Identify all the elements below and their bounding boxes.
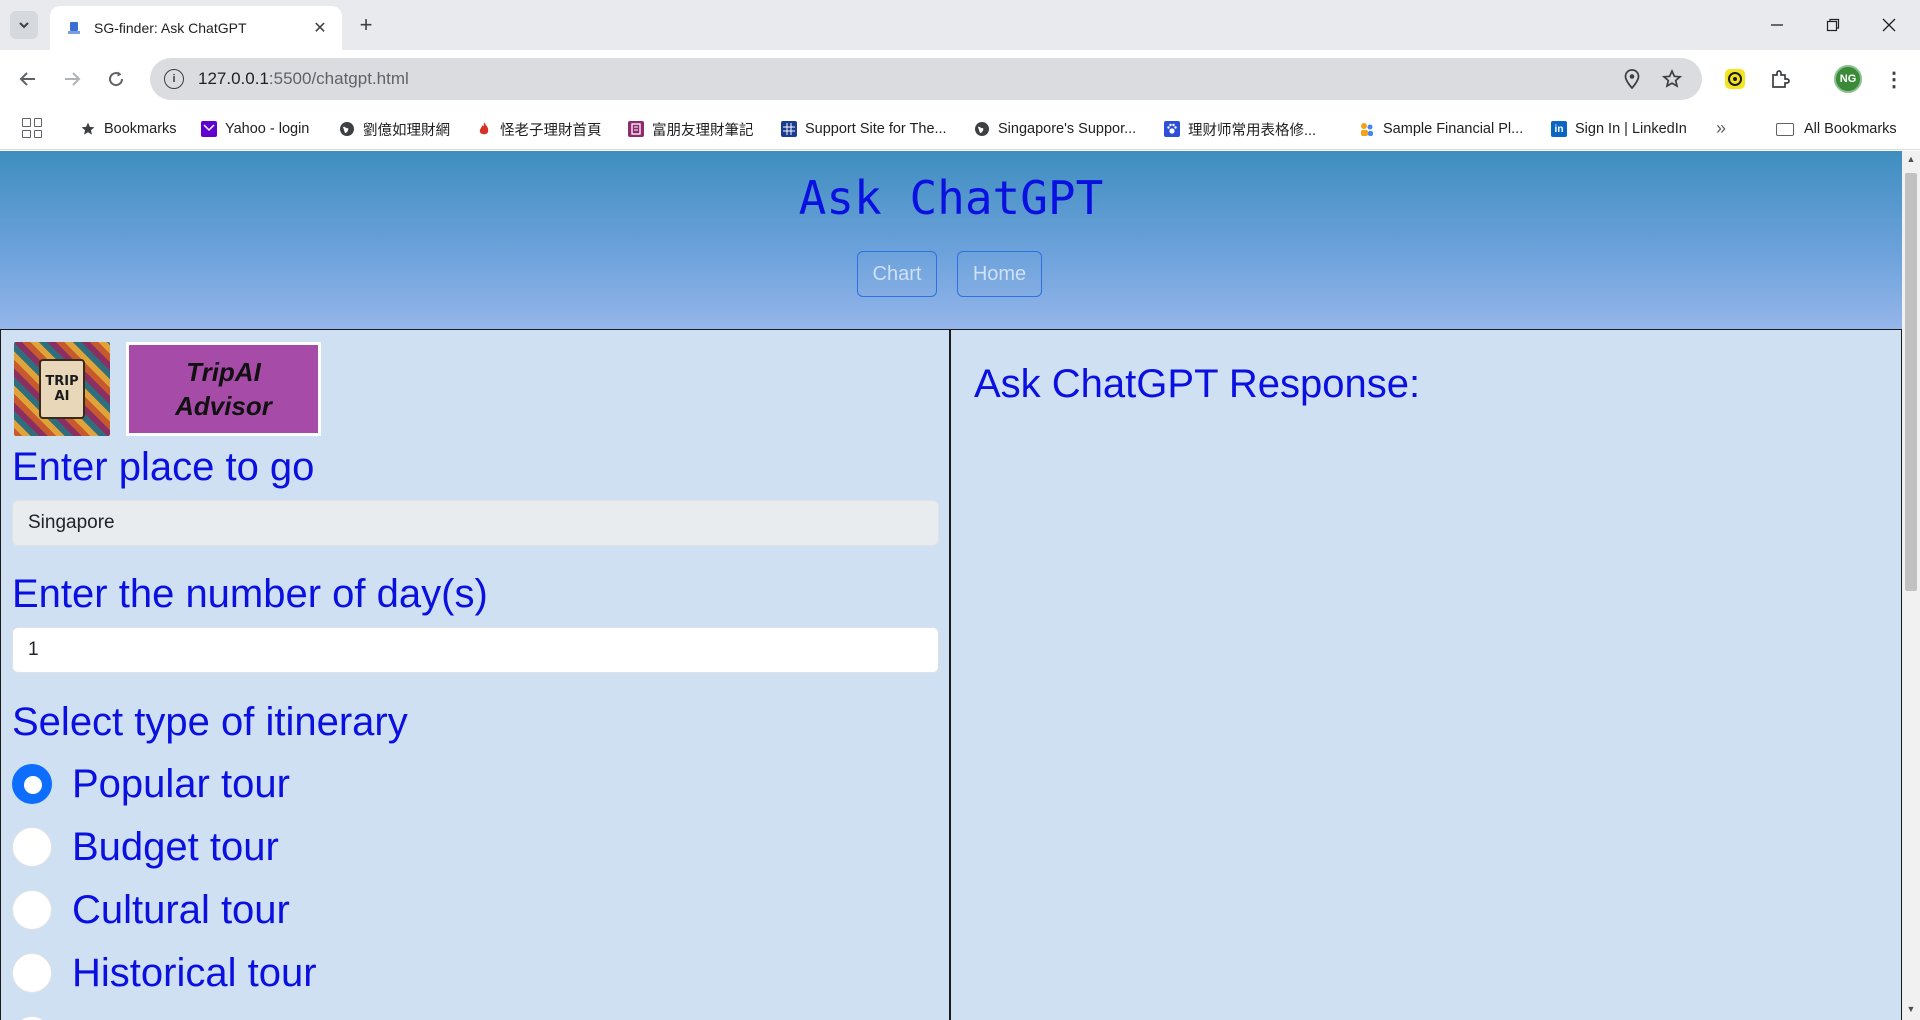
tab-list-button[interactable] [10,11,38,39]
forward-arrow-icon[interactable] [58,65,86,93]
new-tab-button[interactable]: + [352,11,380,39]
apps-grid-icon[interactable] [22,118,42,138]
scroll-up-icon[interactable]: ▲ [1906,154,1916,164]
radio-label: Cultural tour [72,887,290,932]
radio-label: Budget tour [72,824,279,869]
itinerary-option-historical[interactable]: Historical tour [12,949,317,997]
page-scrollbar[interactable]: ▲ ▼ [1902,151,1920,1020]
radio-label: Historical tour [72,950,317,995]
address-bar[interactable]: i 127.0.0.1:5500/chatgpt.html [150,58,1702,100]
logo-text-ai: AI [54,389,70,404]
trip-ai-logo-card: TRIP AI [39,359,85,419]
fire-icon [476,121,492,137]
extensions-puzzle-icon[interactable] [1766,65,1794,93]
home-button[interactable]: Home [957,251,1042,297]
tripai-advisor-brand: TripAI Advisor [126,342,321,436]
trip-form-panel: TRIP AI TripAI Advisor Enter place to go S… [0,329,950,1020]
itinerary-option-partial[interactable] [12,1012,72,1020]
bookmark-item[interactable]: Support Site for The... [781,108,947,150]
bookmark-item[interactable]: Bookmarks [80,108,177,150]
itinerary-option-cultural[interactable]: Cultural tour [12,886,290,934]
days-label: Enter the number of day(s) [12,572,488,616]
bookmark-label: Sign In | LinkedIn [1575,121,1687,137]
extension-icon[interactable] [1721,65,1749,93]
brand-line-1: TripAI [186,357,261,387]
bookmark-label: Singapore's Suppor... [998,121,1137,137]
bookmark-label: Yahoo - login [225,121,310,137]
globe-icon [339,121,355,137]
radio-button[interactable] [12,890,52,930]
response-panel: Ask ChatGPT Response: [949,329,1902,1020]
bookmark-item[interactable]: 劉億如理財網 [339,108,450,150]
browser-menu-icon[interactable]: ⋮ [1880,65,1908,93]
radio-button[interactable] [12,827,52,867]
people-icon [1359,121,1375,137]
page-viewport: Ask ChatGPT Chart Home TRIP AI TripAI Advi… [0,151,1902,1020]
tab-close-icon[interactable]: ✕ [310,18,330,38]
active-tab[interactable]: SG-finder: Ask ChatGPT ✕ [50,6,342,50]
close-window-icon[interactable] [1866,8,1912,42]
bookmark-star-icon[interactable] [1662,69,1682,89]
bookmark-item[interactable]: Singapore's Suppor... [974,108,1136,150]
bookmark-item[interactable]: in Sign In | LinkedIn [1551,108,1687,150]
grid-icon [781,121,797,137]
itinerary-option-budget[interactable]: Budget tour [12,823,279,871]
yahoo-mail-icon [201,121,217,137]
site-info-icon[interactable]: i [164,69,184,89]
url-host: 127.0.0.1 [198,69,269,88]
radio-label: Popular tour [72,761,290,806]
logo-text-trip: TRIP [45,374,79,389]
tab-title: SG-finder: Ask ChatGPT [94,20,247,36]
bookmark-label: Support Site for The... [805,121,947,137]
paw-icon [1164,121,1180,137]
scrollbar-thumb[interactable] [1905,173,1917,591]
brand-line-2: Advisor [175,391,272,421]
radio-button[interactable] [12,1016,52,1020]
trip-ai-logo: TRIP AI [14,342,110,436]
bookmark-label: 怪老子理財首頁 [500,122,602,139]
response-title: Ask ChatGPT Response: [974,362,1421,406]
site-favicon-icon [66,20,82,36]
page-header: Ask ChatGPT Chart Home [0,151,1902,329]
days-input[interactable]: 1 [12,627,939,673]
reload-icon[interactable] [102,65,130,93]
notebook-icon [628,121,644,137]
itinerary-label: Select type of itinerary [12,700,408,744]
bookmark-label: 富朋友理財筆記 [652,122,754,139]
bookmark-item[interactable]: 怪老子理財首頁 [476,108,602,150]
tab-strip: SG-finder: Ask ChatGPT ✕ + [0,0,1920,50]
bookmark-item[interactable]: 富朋友理財筆記 [628,108,754,150]
place-label: Enter place to go [12,445,315,489]
bookmarks-bar: Bookmarks Yahoo - login 劉億如理財網 怪老子理財首頁 富… [0,108,1920,150]
bookmark-item[interactable]: 理财师常用表格修... [1164,108,1316,150]
radio-button[interactable] [12,953,52,993]
star-icon [80,121,96,137]
browser-toolbar: i 127.0.0.1:5500/chatgpt.html [0,50,1920,108]
folder-icon [1776,122,1794,136]
url-path: :5500/chatgpt.html [268,69,409,88]
bookmark-label: Bookmarks [104,121,177,137]
bookmarks-overflow-icon[interactable]: » [1716,118,1726,139]
radio-button-checked[interactable] [12,764,52,804]
chart-button[interactable]: Chart [857,251,937,297]
minimize-icon[interactable] [1754,8,1800,42]
bookmark-label: Sample Financial Pl... [1383,121,1524,137]
all-bookmarks-label: All Bookmarks [1804,121,1897,137]
bookmark-label: 理财师常用表格修... [1188,122,1317,139]
itinerary-option-popular[interactable]: Popular tour [12,760,290,808]
place-input[interactable]: Singapore [12,500,939,546]
chevron-down-icon [19,22,29,29]
bookmark-item[interactable]: Yahoo - login [201,108,309,150]
linkedin-icon: in [1551,121,1567,137]
back-arrow-icon[interactable] [14,65,42,93]
bookmark-item[interactable]: Sample Financial Pl... [1359,108,1523,150]
location-pin-icon[interactable] [1622,69,1642,89]
all-bookmarks-button[interactable]: All Bookmarks [1776,108,1897,150]
scroll-down-icon[interactable]: ▼ [1906,1004,1916,1014]
restore-icon[interactable] [1810,8,1856,42]
globe-icon [974,121,990,137]
page-title: Ask ChatGPT [798,171,1104,225]
bookmark-label: 劉億如理財網 [363,122,450,139]
profile-avatar[interactable]: NG [1834,65,1862,93]
